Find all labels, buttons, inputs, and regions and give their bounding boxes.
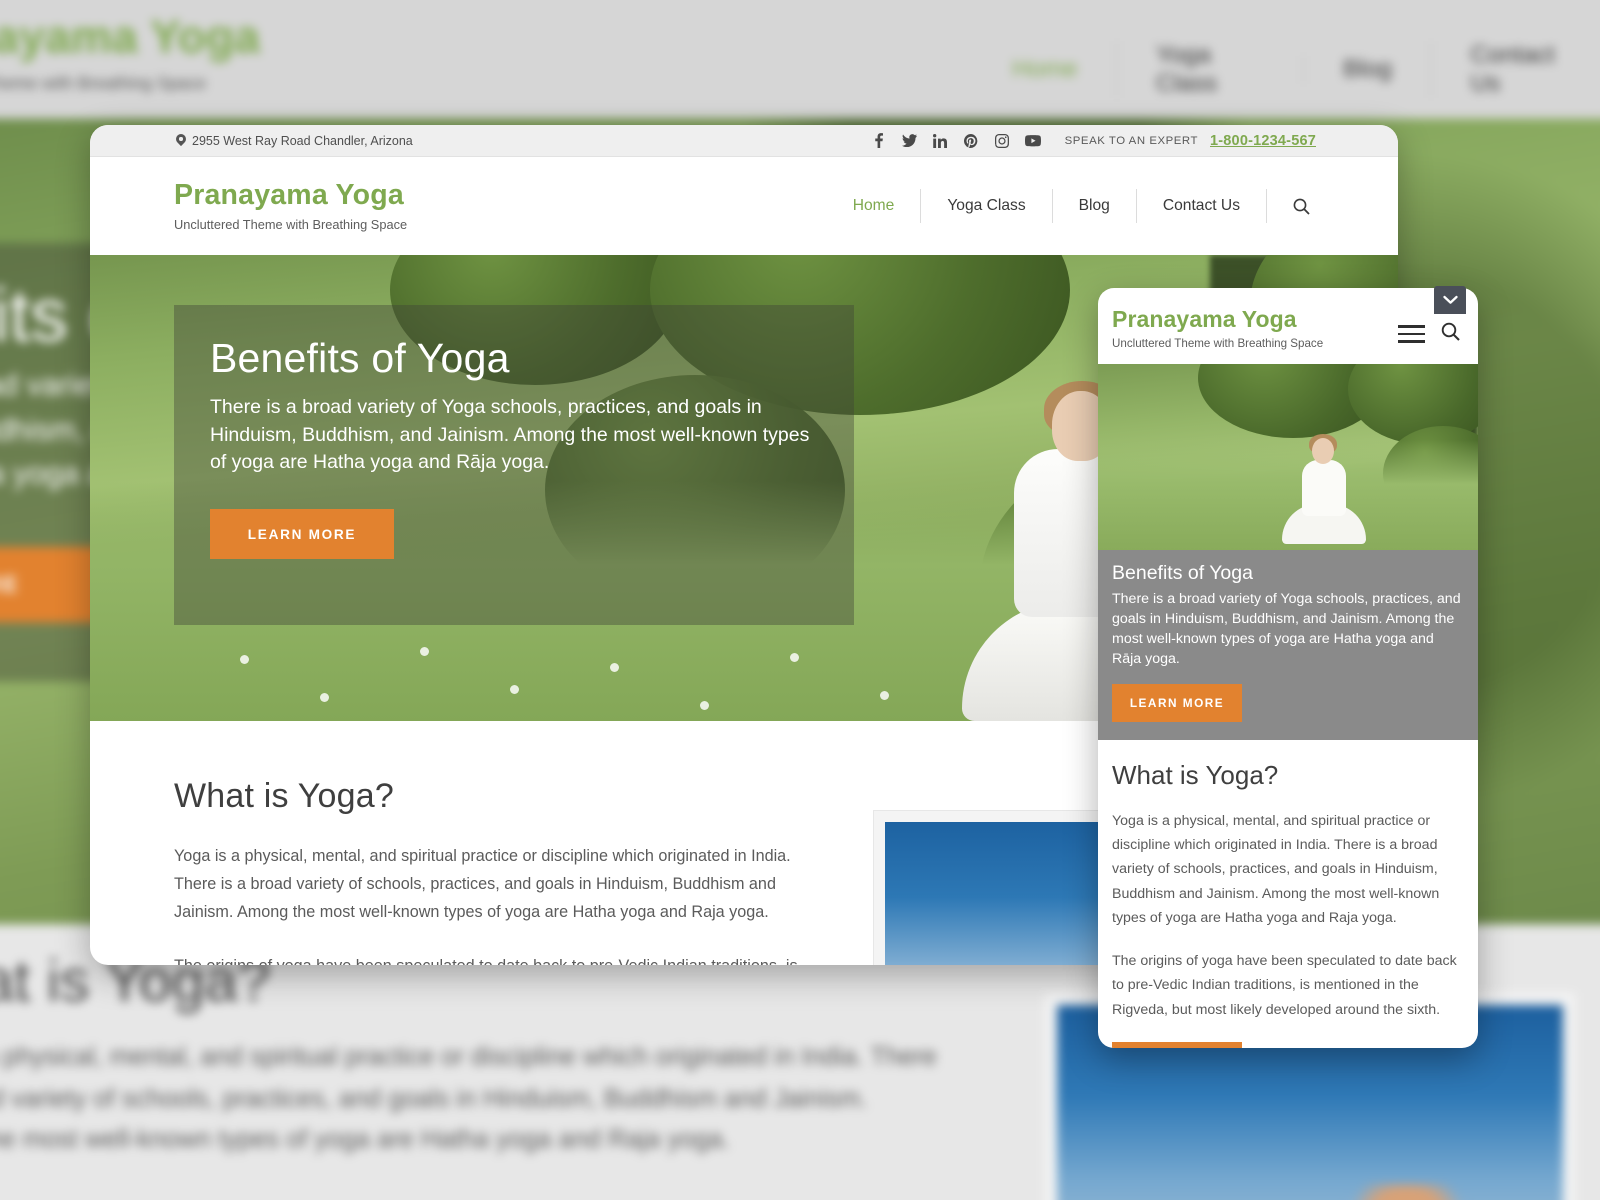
mobile-article-paragraph-2: The origins of yoga have been speculated…: [1112, 952, 1457, 1018]
top-utility-right: SPEAK TO AN EXPERT 1-800-1234-567: [863, 133, 1316, 149]
facebook-icon[interactable]: [863, 133, 894, 148]
mobile-hero-person-meditating: [1282, 434, 1366, 544]
main-navigation: Home Yoga Class Blog Contact Us: [829, 189, 1328, 223]
mobile-article-learn-more-button[interactable]: LEARN MORE: [1112, 1042, 1242, 1048]
mobile-hero-photo: [1098, 364, 1478, 550]
background-hero-learn-more-button: LEARN MORE: [0, 546, 102, 623]
brand-name: Pranayama Yoga: [174, 178, 404, 211]
background-nav: Home Yoga Class Blog Contact Us: [973, 41, 1600, 99]
background-nav-item-home: Home: [1012, 55, 1078, 83]
mobile-article-heading: What is Yoga?: [1112, 759, 1279, 790]
article-text-column: What is Yoga? Yoga is a physical, mental…: [174, 777, 834, 965]
background-nav-item-contact-us: Contact Us: [1430, 41, 1600, 99]
nav-item-contact-us[interactable]: Contact Us: [1135, 189, 1266, 223]
address-text: 2955 West Ray Road Chandler, Arizona: [192, 133, 413, 148]
location-pin-icon: [176, 134, 186, 147]
mobile-brand-name: Pranayama Yoga: [1112, 306, 1297, 332]
linkedin-icon[interactable]: [925, 133, 956, 148]
mobile-hero-heading: Benefits of Yoga: [1112, 562, 1253, 584]
mobile-hero-learn-more-button[interactable]: LEARN MORE: [1112, 683, 1242, 722]
brand-tagline: Uncluttered Theme with Breathing Space: [174, 217, 408, 233]
mobile-preview-panel: Pranayama Yoga Uncluttered Theme with Br…: [1098, 288, 1478, 1048]
hero-learn-more-button[interactable]: LEARN MORE: [210, 509, 394, 560]
mobile-brand-tagline: Uncluttered Theme with Breathing Space: [1112, 337, 1324, 350]
brand-block[interactable]: Pranayama Yoga Uncluttered Theme with Br…: [174, 178, 408, 233]
youtube-icon[interactable]: [1018, 134, 1049, 147]
hero-content: Benefits of Yoga There is a broad variet…: [210, 335, 820, 560]
hero-heading: Benefits of Yoga: [210, 335, 510, 381]
pinterest-icon[interactable]: [956, 133, 987, 148]
hamburger-menu-icon[interactable]: [1398, 325, 1425, 343]
background-nav-item-yoga-class: Yoga Class: [1116, 41, 1303, 99]
mobile-article-section: What is Yoga? Yoga is a physical, mental…: [1098, 740, 1478, 1048]
chevron-down-icon: [1442, 295, 1458, 304]
top-utility-bar: 2955 West Ray Road Chandler, Arizona SPE…: [90, 125, 1398, 157]
hero-paragraph: There is a broad variety of Yoga schools…: [210, 396, 810, 474]
nav-item-home[interactable]: Home: [829, 189, 921, 223]
address-block: 2955 West Ray Road Chandler, Arizona: [176, 134, 413, 148]
background-nav-item-blog: Blog: [1303, 55, 1431, 84]
instagram-icon[interactable]: [987, 133, 1018, 148]
site-header: Pranayama Yoga Uncluttered Theme with Br…: [90, 157, 1398, 255]
background-brand-name: Pranayama Yoga: [0, 10, 261, 63]
mobile-brand-block[interactable]: Pranayama Yoga Uncluttered Theme with Br…: [1112, 306, 1323, 350]
article-paragraph-2: The origins of yoga have been speculated…: [174, 952, 834, 965]
search-toggle[interactable]: [1266, 189, 1328, 223]
nav-item-yoga-class[interactable]: Yoga Class: [920, 189, 1051, 223]
article-paragraph-1: Yoga is a physical, mental, and spiritua…: [174, 847, 791, 922]
article-heading: What is Yoga?: [174, 777, 394, 815]
phone-number-link[interactable]: 1-800-1234-567: [1210, 133, 1316, 149]
nav-item-blog[interactable]: Blog: [1051, 189, 1136, 223]
background-article-paragraph: Yoga is a physical, mental, and spiritua…: [0, 1042, 937, 1154]
mobile-hero-content: Benefits of Yoga There is a broad variet…: [1098, 550, 1478, 740]
mobile-header: Pranayama Yoga Uncluttered Theme with Br…: [1098, 288, 1478, 364]
mobile-article-paragraph-1: Yoga is a physical, mental, and spiritua…: [1112, 812, 1440, 927]
search-icon: [1441, 322, 1460, 341]
search-icon: [1293, 198, 1310, 215]
mobile-search-toggle[interactable]: [1441, 322, 1460, 346]
collapse-panel-button[interactable]: [1434, 286, 1466, 314]
background-brand-tagline: Uncluttered Theme with Breathing Space: [0, 73, 206, 94]
mobile-hero-paragraph: There is a broad variety of Yoga schools…: [1112, 591, 1461, 668]
twitter-icon[interactable]: [894, 134, 925, 147]
speak-to-expert-label: SPEAK TO AN EXPERT: [1064, 134, 1198, 147]
